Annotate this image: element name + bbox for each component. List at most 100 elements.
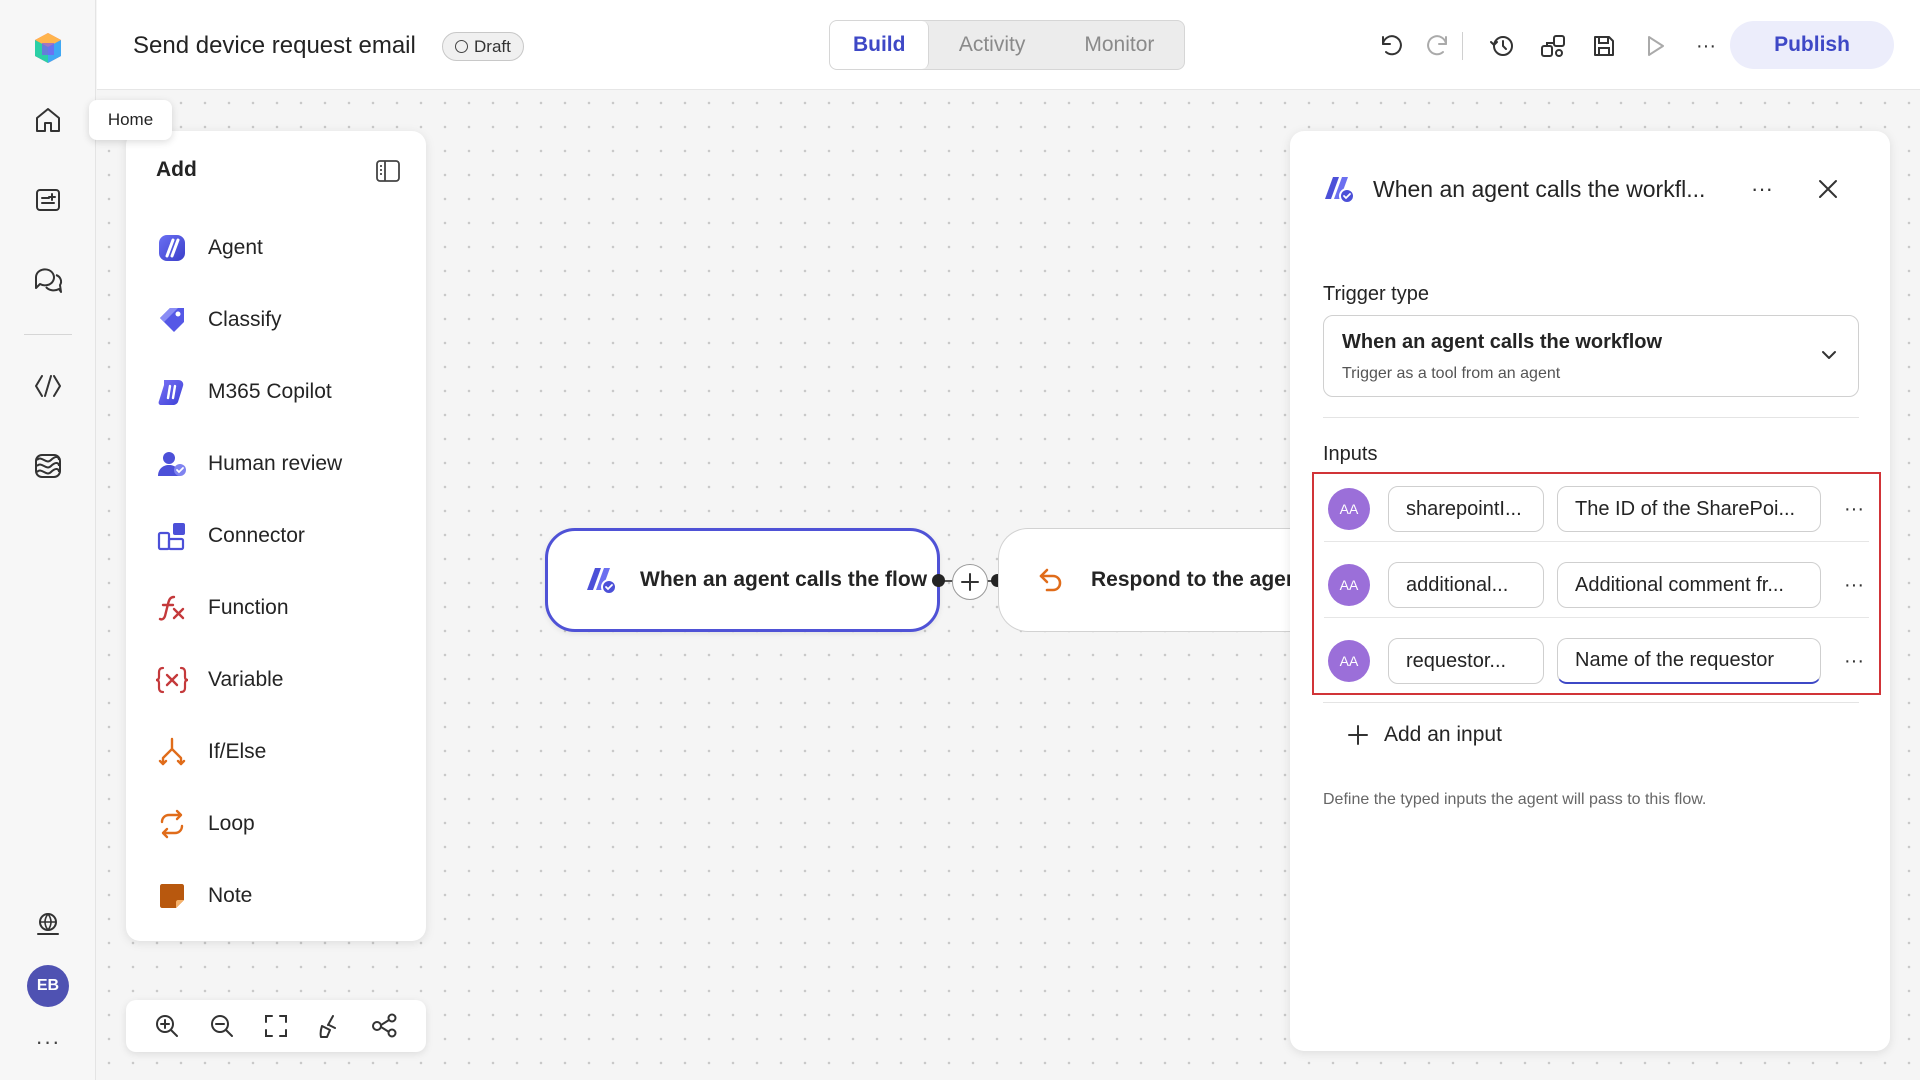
add-item-if-else[interactable]: If/Else bbox=[154, 724, 404, 780]
input-description-field[interactable]: Name of the requestor bbox=[1557, 638, 1821, 684]
add-item-variable[interactable]: Variable bbox=[154, 652, 404, 708]
header-divider bbox=[1462, 32, 1463, 60]
app-logo-icon[interactable] bbox=[24, 24, 72, 72]
plus-icon bbox=[961, 573, 979, 591]
flow-node-label: Respond to the agent bbox=[1091, 568, 1306, 591]
copilot-icon bbox=[154, 374, 190, 410]
flows-icon[interactable] bbox=[24, 362, 72, 410]
details-panel: When an agent calls the workfl... ··· Tr… bbox=[1290, 131, 1890, 1051]
home-icon[interactable] bbox=[24, 96, 72, 144]
add-item-label: Function bbox=[208, 596, 289, 619]
section-divider bbox=[1323, 417, 1859, 418]
row-more-icon[interactable]: ··· bbox=[1837, 643, 1871, 679]
add-item-classify[interactable]: Classify bbox=[154, 292, 404, 348]
canvas-controls bbox=[126, 1000, 426, 1052]
add-item-label: Connector bbox=[208, 524, 305, 547]
add-input-label: Add an input bbox=[1384, 723, 1502, 746]
undo-icon[interactable] bbox=[1370, 26, 1410, 66]
add-panel-title: Add bbox=[156, 158, 197, 181]
details-more-icon[interactable]: ··· bbox=[1742, 169, 1782, 209]
row-divider bbox=[1324, 541, 1869, 542]
add-input-button[interactable]: Add an input bbox=[1346, 723, 1502, 747]
home-tooltip: Home bbox=[89, 100, 172, 140]
publish-button[interactable]: Publish bbox=[1730, 21, 1894, 69]
note-icon bbox=[154, 878, 190, 914]
add-item-label: Classify bbox=[208, 308, 282, 331]
classify-icon bbox=[154, 302, 190, 338]
add-step-button[interactable] bbox=[952, 564, 988, 600]
trigger-type-subtitle: Trigger as a tool from an agent bbox=[1342, 365, 1561, 382]
add-item-label: Agent bbox=[208, 236, 263, 259]
history-icon[interactable] bbox=[1482, 26, 1522, 66]
input-description-field[interactable]: The ID of the SharePoi... bbox=[1557, 486, 1821, 532]
tab-activity[interactable]: Activity bbox=[929, 21, 1054, 69]
node-output-port[interactable] bbox=[932, 574, 945, 587]
section-divider bbox=[1323, 702, 1859, 703]
add-item-m365-copilot[interactable]: M365 Copilot bbox=[154, 364, 404, 420]
more-options-icon[interactable]: ··· bbox=[1686, 26, 1726, 66]
minimap-icon[interactable] bbox=[367, 1008, 403, 1044]
input-row: AA sharepointI... The ID of the SharePoi… bbox=[1324, 482, 1869, 542]
close-icon[interactable] bbox=[1808, 169, 1848, 209]
input-description-field[interactable]: Additional comment fr... bbox=[1557, 562, 1821, 608]
panel-toggle-icon[interactable] bbox=[370, 153, 406, 189]
connections-icon[interactable] bbox=[1533, 26, 1573, 66]
environment-icon[interactable] bbox=[24, 900, 72, 948]
status-label: Draft bbox=[474, 36, 511, 56]
add-item-human-review[interactable]: Human review bbox=[154, 436, 404, 492]
add-item-label: Note bbox=[208, 884, 253, 907]
clean-up-icon[interactable] bbox=[312, 1008, 348, 1044]
flow-node-respond[interactable]: Respond to the agent bbox=[998, 528, 1328, 632]
agent-trigger-icon bbox=[1322, 173, 1356, 205]
zoom-in-icon[interactable] bbox=[149, 1008, 185, 1044]
add-item-label: Human review bbox=[208, 452, 343, 475]
add-item-note[interactable]: Note bbox=[154, 868, 404, 924]
agent-trigger-icon bbox=[587, 568, 617, 595]
run-icon[interactable] bbox=[1635, 26, 1675, 66]
helper-text: Define the typed inputs the agent will p… bbox=[1323, 791, 1707, 808]
input-row: AA additional... Additional comment fr..… bbox=[1324, 558, 1869, 618]
trigger-type-label: Trigger type bbox=[1323, 283, 1429, 305]
connector-icon bbox=[154, 518, 190, 554]
add-item-label: If/Else bbox=[208, 740, 267, 763]
user-avatar[interactable]: EB bbox=[27, 965, 69, 1007]
trigger-type-value: When an agent calls the workflow bbox=[1342, 331, 1663, 353]
flow-node-trigger[interactable]: When an agent calls the flow bbox=[545, 528, 940, 632]
chevron-down-icon bbox=[1818, 344, 1840, 366]
redo-icon[interactable] bbox=[1419, 26, 1459, 66]
input-name-field[interactable]: requestor... bbox=[1388, 638, 1544, 684]
top-header: Send device request email Draft Build Ac… bbox=[97, 0, 1920, 90]
tab-monitor[interactable]: Monitor bbox=[1055, 21, 1184, 69]
add-item-label: M365 Copilot bbox=[208, 380, 332, 403]
add-item-label: Variable bbox=[208, 668, 284, 691]
add-item-loop[interactable]: Loop bbox=[154, 796, 404, 852]
page-title: Send device request email bbox=[133, 32, 416, 59]
input-name-field[interactable]: additional... bbox=[1388, 562, 1544, 608]
row-more-icon[interactable]: ··· bbox=[1837, 491, 1871, 527]
add-item-connector[interactable]: Connector bbox=[154, 508, 404, 564]
agents-icon[interactable] bbox=[24, 176, 72, 224]
text-type-icon[interactable]: AA bbox=[1328, 640, 1370, 682]
row-more-icon[interactable]: ··· bbox=[1837, 567, 1871, 603]
inputs-list: AA sharepointI... The ID of the SharePoi… bbox=[1312, 472, 1881, 695]
add-item-function[interactable]: Function bbox=[154, 580, 404, 636]
variable-icon bbox=[154, 662, 190, 698]
add-item-agent[interactable]: Agent bbox=[154, 220, 404, 276]
rail-more-icon[interactable]: ··· bbox=[24, 1022, 72, 1062]
left-rail: EB ··· bbox=[0, 0, 96, 1080]
fit-to-screen-icon[interactable] bbox=[258, 1008, 294, 1044]
human-review-icon bbox=[154, 446, 190, 482]
zoom-out-icon[interactable] bbox=[204, 1008, 240, 1044]
function-icon bbox=[154, 590, 190, 626]
input-name-field[interactable]: sharepointI... bbox=[1388, 486, 1544, 532]
loop-icon bbox=[154, 806, 190, 842]
text-type-icon[interactable]: AA bbox=[1328, 488, 1370, 530]
details-title: When an agent calls the workfl... bbox=[1373, 176, 1706, 202]
trigger-type-select[interactable]: When an agent calls the workflow Trigger… bbox=[1323, 315, 1859, 397]
chat-icon[interactable] bbox=[24, 256, 72, 304]
tab-build[interactable]: Build bbox=[830, 21, 930, 69]
data-icon[interactable] bbox=[24, 442, 72, 490]
text-type-icon[interactable]: AA bbox=[1328, 564, 1370, 606]
rail-divider bbox=[24, 334, 72, 335]
save-icon[interactable] bbox=[1584, 26, 1624, 66]
